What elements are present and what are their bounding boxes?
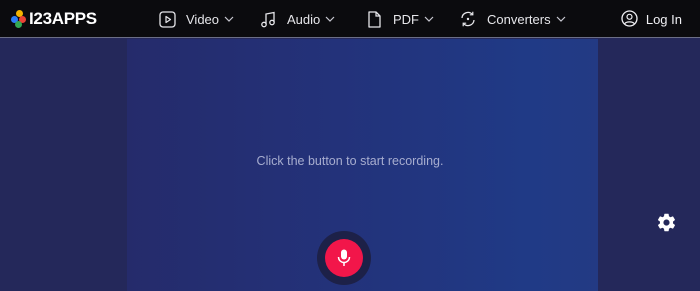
record-button-ring [317, 231, 371, 285]
chevron-down-icon [325, 14, 335, 24]
nav-audio-label: Audio [287, 11, 321, 27]
nav-converters[interactable]: Converters [459, 0, 566, 38]
nav-video-label: Video [186, 11, 220, 27]
nav-pdf-label: PDF [393, 11, 419, 27]
document-icon [365, 10, 383, 28]
recording-hint: Click the button to start recording. [256, 154, 444, 168]
microphone-icon [337, 249, 351, 266]
refresh-cycle-icon [459, 10, 477, 28]
music-note-icon [259, 10, 277, 28]
nav-converters-label: Converters [487, 11, 551, 27]
chevron-down-icon [556, 14, 566, 24]
logo-dots-icon [11, 10, 27, 28]
chevron-down-icon [424, 14, 434, 24]
settings-button[interactable] [656, 212, 677, 233]
gear-icon [657, 213, 676, 232]
brand-logo[interactable]: I23APPS [11, 9, 97, 28]
record-button[interactable] [325, 239, 363, 277]
chevron-down-icon [224, 14, 234, 24]
nav-video[interactable]: Video [158, 0, 234, 38]
nav-pdf[interactable]: PDF [365, 0, 434, 38]
top-navigation-bar: I23APPS Video Audio PDF Converters Log I… [0, 0, 700, 38]
video-play-icon [158, 10, 176, 28]
brand-name: I23APPS [29, 9, 97, 28]
login-label: Log In [645, 11, 682, 27]
recorder-stage: Click the button to start recording. [0, 39, 700, 291]
login-button[interactable]: Log In [621, 0, 682, 38]
nav-audio[interactable]: Audio [259, 0, 335, 38]
user-circle-icon [621, 10, 639, 28]
